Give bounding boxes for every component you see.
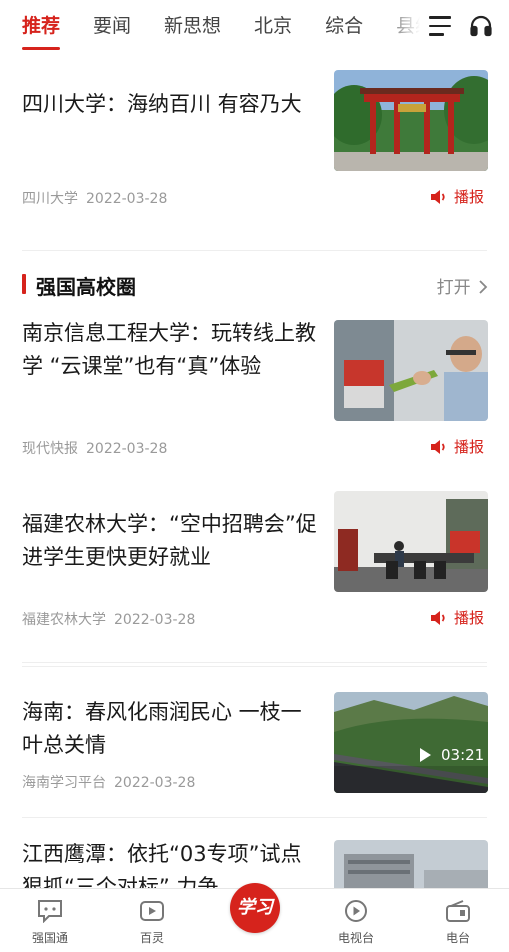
nav-label: 电台 [445, 931, 470, 945]
chat-icon [38, 900, 62, 923]
article-meta: 现代快报 2022-03-28 [22, 438, 175, 458]
section-header: 强国高校圈 打开 [22, 271, 488, 299]
article-title[interactable]: 福建农林大学：“空中招聘会”促进学生更快更好就业 [22, 508, 317, 574]
article-source: 福建农林大学 [22, 612, 106, 628]
study-logo: 学习 [237, 897, 273, 918]
article-date: 2022-03-28 [86, 441, 168, 457]
article-title[interactable]: 海南：春风化雨润民心 一枝一叶总关情 [22, 696, 317, 762]
section-title: 强国高校圈 [36, 275, 136, 299]
article-meta: 海南学习平台 2022-03-28 [22, 772, 203, 792]
article-card[interactable]: 海南：春风化雨润民心 一枝一叶总关情 03:21 海南学习平台 2022-03-2… [0, 674, 509, 834]
speaker-icon [431, 439, 445, 454]
nav-item-tv[interactable]: 电视台 [321, 899, 391, 946]
tab-headlines[interactable]: 要闻 [93, 0, 131, 52]
divider [22, 817, 487, 818]
section-open-label: 打开 [436, 278, 471, 298]
study-logo-button[interactable]: 学习 [230, 883, 280, 933]
speaker-icon [431, 189, 445, 204]
nav-label: 电视台 [337, 931, 374, 945]
article-title[interactable]: 江西鹰潭：依托“03专项”试点 狠抓“三个对标” 力争 [22, 838, 317, 888]
article-date: 2022-03-28 [114, 612, 196, 628]
chevron-right-icon [479, 280, 488, 294]
broadcast-label: 播报 [454, 438, 485, 456]
duration-label: 03:21 [441, 746, 485, 764]
menu-icon[interactable] [429, 16, 451, 36]
broadcast-label: 播报 [454, 609, 485, 627]
top-tab-bar: 推荐 要闻 新思想 北京 综合 县级 [0, 0, 509, 52]
article-thumbnail[interactable] [334, 320, 488, 421]
video-thumbnail[interactable] [334, 692, 488, 793]
nav-item-radio[interactable]: 电台 [423, 899, 493, 946]
article-title[interactable]: 南京信息工程大学：玩转线上教学 “云课堂”也有“真”体验 [22, 317, 317, 383]
tab-recommend[interactable]: 推荐 [22, 0, 61, 52]
radio-icon [446, 900, 470, 922]
divider [22, 662, 487, 663]
broadcast-label: 播报 [454, 188, 485, 206]
article-meta: 福建农林大学 2022-03-28 [22, 609, 203, 629]
article-card[interactable]: 南京信息工程大学：玩转线上教学 “云课堂”也有“真”体验 现代快报 2022-03… [0, 302, 509, 472]
article-thumbnail[interactable] [334, 491, 488, 592]
tab-beijing[interactable]: 北京 [254, 0, 292, 52]
article-card[interactable]: 四川大学：海纳百川 有容乃大 四川大学 2022-03-28 播报 [0, 52, 509, 252]
article-card[interactable]: 江西鹰潭：依托“03专项”试点 狠抓“三个对标” 力争 [0, 822, 509, 888]
divider [22, 666, 487, 667]
article-card[interactable]: 福建农林大学：“空中招聘会”促进学生更快更好就业 福建农林大学 2022-03-2… [0, 473, 509, 643]
article-date: 2022-03-28 [114, 775, 196, 791]
video-duration: 03:21 [420, 746, 484, 764]
article-title[interactable]: 四川大学：海纳百川 有容乃大 [22, 88, 317, 121]
tab-new-thought[interactable]: 新思想 [164, 0, 221, 52]
article-source: 海南学习平台 [22, 775, 106, 791]
section-open-link[interactable]: 打开 [437, 273, 488, 298]
play-circle-icon [345, 900, 367, 922]
article-thumbnail[interactable] [334, 840, 488, 888]
bottom-navigation: 强国通 百灵 学习 电视台 电台 [0, 883, 509, 952]
article-meta: 四川大学 2022-03-28 [22, 188, 175, 208]
speaker-icon [431, 610, 445, 625]
broadcast-button[interactable]: 播报 [430, 436, 484, 457]
channel-tabs: 推荐 要闻 新思想 北京 综合 县级 [0, 0, 420, 52]
nav-item-qiangguotong[interactable]: 强国通 [15, 899, 85, 946]
article-date: 2022-03-28 [86, 191, 168, 207]
article-source: 四川大学 [22, 191, 78, 207]
article-thumbnail[interactable] [334, 70, 488, 171]
section-accent-bar [22, 274, 26, 294]
nav-label: 百灵 [139, 931, 164, 945]
broadcast-button[interactable]: 播报 [430, 186, 484, 207]
nav-label: 强国通 [31, 931, 68, 945]
divider [22, 250, 487, 251]
tabs-fade [380, 0, 420, 52]
tab-general[interactable]: 综合 [325, 0, 363, 52]
headphones-icon[interactable] [469, 14, 493, 38]
nav-item-bailing[interactable]: 百灵 [117, 899, 187, 946]
video-icon [140, 901, 164, 921]
broadcast-button[interactable]: 播报 [430, 607, 484, 628]
article-source: 现代快报 [22, 441, 78, 457]
